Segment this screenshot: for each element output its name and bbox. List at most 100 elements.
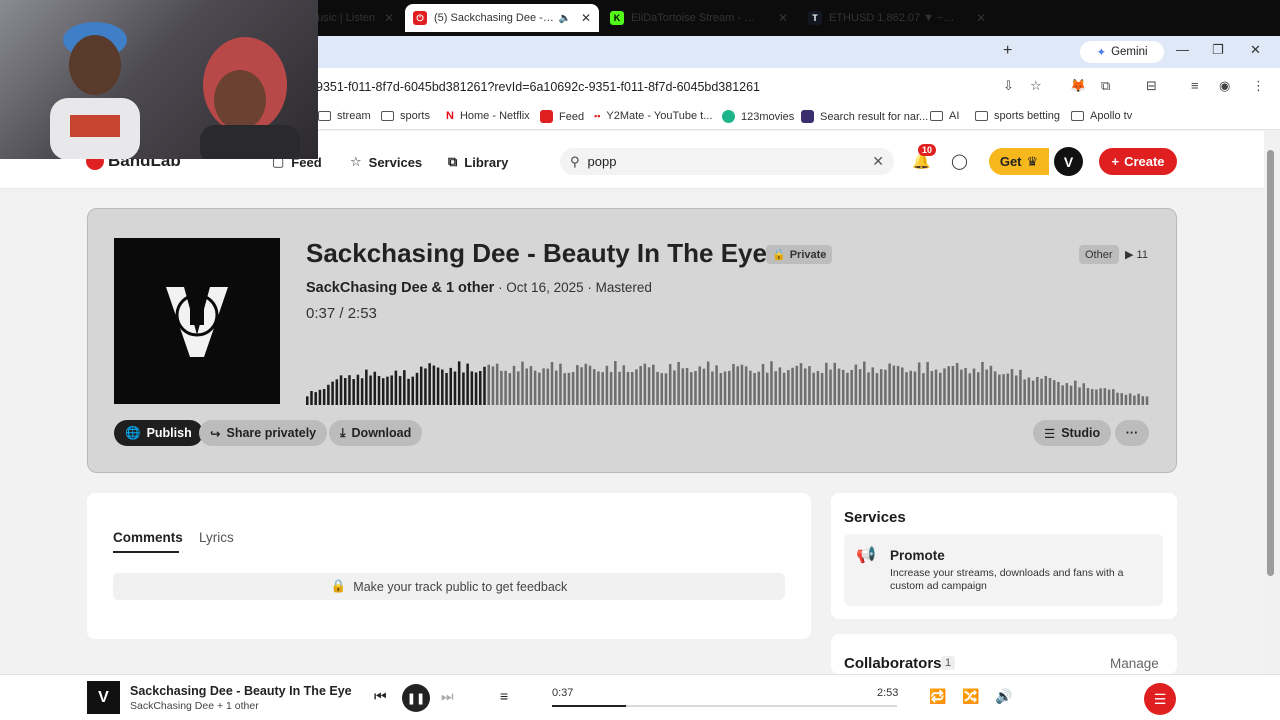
waveform-bar: [770, 361, 773, 405]
waveform-bar: [854, 364, 858, 405]
more-options-button[interactable]: ···: [1115, 420, 1149, 446]
genre-tag[interactable]: Other: [1079, 245, 1119, 264]
bookmark-feed[interactable]: Feed: [540, 110, 584, 123]
volume-icon[interactable]: 🔊: [995, 688, 1012, 705]
waveform-bar: [719, 373, 723, 405]
nav-label: Library: [464, 154, 509, 170]
tab-ethusd[interactable]: T ETHUSD 1,862.07 ▼ −4.84% dai ✕: [800, 4, 994, 32]
waveform-bar: [597, 371, 600, 405]
extensions-icon[interactable]: ⧉: [1101, 78, 1110, 94]
url-field[interactable]: 9351-f011-8f7d-6045bd381261?revId=6a1069…: [316, 80, 760, 94]
waveform-bar: [732, 364, 735, 405]
waveform-bar: [360, 378, 364, 405]
close-tab-icon[interactable]: ✕: [976, 11, 986, 25]
vlone-logo-icon: [166, 287, 228, 357]
get-membership-button[interactable]: Get ♛: [989, 148, 1049, 175]
tab-bandlab[interactable]: ⏻ (5) Sackchasing Dee - Beauty 🔈 ✕: [405, 4, 599, 32]
menu-dots-icon[interactable]: ⋮: [1252, 78, 1265, 94]
waveform-bar: [892, 365, 896, 405]
minimize-icon[interactable]: —: [1176, 42, 1189, 57]
bookmark-stream[interactable]: stream: [318, 110, 371, 122]
waveform-bar: [504, 370, 507, 405]
waveform-bar: [833, 362, 837, 405]
repeat-icon[interactable]: 🔁: [929, 688, 946, 705]
download-button[interactable]: ⤓ Download: [329, 420, 423, 446]
waveform-bar: [491, 366, 495, 405]
bookmark-ai[interactable]: AI: [930, 110, 959, 122]
player-artist[interactable]: SackChasing Dee + 1 other: [130, 700, 259, 712]
playlist-icon[interactable]: ≡: [500, 688, 508, 704]
bookmark-label: sports betting: [994, 110, 1061, 122]
install-app-icon[interactable]: ⇩: [1003, 78, 1014, 94]
waveform-bar: [939, 372, 942, 405]
messages-icon[interactable]: ◯: [951, 152, 968, 170]
previous-icon[interactable]: ⏮: [374, 688, 387, 705]
waveform-bar: [972, 368, 976, 405]
waveform-bar: [989, 365, 993, 405]
close-tab-icon[interactable]: ✕: [581, 11, 591, 25]
publish-button[interactable]: 🌐 Publish: [114, 420, 203, 446]
scrollbar-thumb[interactable]: [1267, 150, 1274, 576]
bookmark-apollo[interactable]: Apollo tv: [1071, 110, 1132, 122]
waveform-bar: [584, 363, 588, 405]
waveform-bar: [639, 366, 642, 405]
player-artwork[interactable]: V: [87, 681, 120, 714]
metamask-icon[interactable]: 🦊: [1070, 78, 1086, 94]
bookmark-123movies[interactable]: 123movies: [722, 110, 794, 123]
search-value: popp: [587, 154, 617, 169]
bookmark-y2mate[interactable]: ▪▪ Y2Mate - YouTube t...: [594, 110, 712, 122]
star-icon[interactable]: ☆: [1030, 78, 1042, 94]
tab-kick[interactable]: K EliDaTortoise Stream - Watch Li ✕: [602, 4, 796, 32]
shuffle-icon[interactable]: 🔀: [962, 688, 979, 705]
waveform-bar: [1099, 388, 1102, 405]
close-tab-icon[interactable]: ✕: [384, 11, 394, 25]
bookmark-sports-betting[interactable]: sports betting: [975, 110, 1060, 122]
waveform-bar: [985, 369, 988, 405]
create-button[interactable]: + Create: [1099, 148, 1177, 175]
share-privately-button[interactable]: ↪ Share privately: [199, 420, 328, 446]
nav-library[interactable]: ⧉ Library: [448, 154, 508, 170]
close-window-icon[interactable]: ✕: [1250, 42, 1261, 58]
profile-avatar-icon[interactable]: ◉: [1219, 78, 1230, 94]
tab-comments[interactable]: Comments: [113, 530, 183, 545]
bookmark-search-result[interactable]: Search result for nar...: [801, 110, 928, 123]
album-art[interactable]: [114, 238, 280, 404]
gemini-button[interactable]: ✦ Gemini: [1080, 41, 1164, 63]
waveform-bar: [474, 372, 478, 405]
search-input[interactable]: ⚲ popp ✕: [560, 148, 894, 175]
waveform-bar: [1069, 385, 1073, 405]
waveform[interactable]: [306, 325, 1150, 405]
waveform-bar: [563, 373, 566, 405]
waveform-bar: [1107, 389, 1111, 405]
waveform-bar: [479, 370, 482, 405]
bookmark-sports[interactable]: sports: [381, 110, 430, 122]
restore-icon[interactable]: ❐: [1212, 42, 1224, 58]
clear-search-icon[interactable]: ✕: [872, 153, 884, 170]
media-control-icon[interactable]: ≡: [1191, 78, 1199, 93]
manage-link[interactable]: Manage: [1110, 656, 1159, 671]
waveform-bar: [373, 371, 377, 405]
new-tab-icon[interactable]: +: [1003, 42, 1012, 60]
collab-link[interactable]: & 1 other: [431, 280, 494, 296]
waveform-bar: [690, 372, 693, 405]
nav-services[interactable]: ☆ Services: [350, 154, 422, 170]
waveform-bar: [799, 363, 803, 405]
user-avatar[interactable]: V: [1054, 147, 1083, 176]
studio-button[interactable]: ☰ Studio: [1033, 420, 1112, 446]
bookmark-netflix[interactable]: N Home - Netflix: [446, 110, 530, 122]
waveform-bar: [951, 365, 955, 405]
waveform-bar: [1031, 380, 1035, 405]
speaker-icon[interactable]: 🔈: [559, 13, 571, 24]
pause-button[interactable]: ❚❚: [402, 684, 430, 712]
player-track-title[interactable]: Sackchasing Dee - Beauty In The Eye: [130, 684, 352, 698]
tab-lyrics[interactable]: Lyrics: [199, 530, 234, 545]
promote-title: Promote: [890, 548, 945, 563]
waveform-bar: [529, 366, 533, 405]
next-icon[interactable]: ⏭: [441, 688, 454, 705]
bandlab-icon: [540, 110, 553, 123]
artist-link[interactable]: SackChasing Dee: [306, 280, 428, 296]
tab-search-icon[interactable]: ⊟: [1146, 78, 1157, 94]
close-tab-icon[interactable]: ✕: [778, 11, 788, 25]
services-title: Services: [844, 509, 906, 526]
queue-button[interactable]: ☰: [1144, 683, 1176, 715]
